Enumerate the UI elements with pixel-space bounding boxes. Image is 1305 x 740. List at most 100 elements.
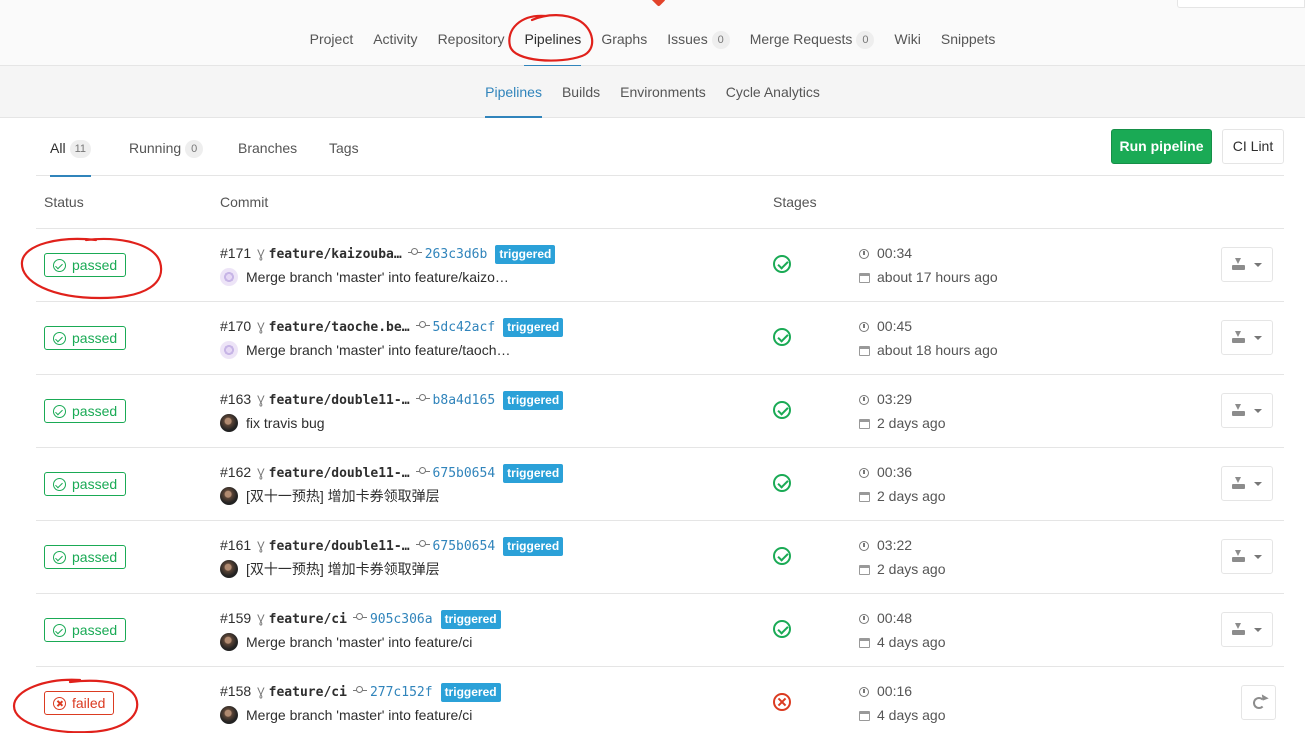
subnav-environments[interactable]: Environments [610, 66, 716, 117]
avatar[interactable] [220, 341, 238, 359]
download-artifacts-dropdown[interactable] [1221, 247, 1273, 282]
commit-message-link[interactable]: Merge branch 'master' into feature/ci [246, 634, 472, 650]
branch-link[interactable]: feature/ci [269, 612, 347, 627]
stage-failed-icon[interactable] [773, 693, 791, 711]
finished-at: 4 days ago [859, 632, 946, 652]
branch-link[interactable]: feature/double11-… [269, 466, 410, 481]
status-success-icon [53, 405, 66, 418]
tab-all[interactable]: All 11 [50, 118, 91, 177]
run-pipeline-button[interactable]: Run pipeline [1111, 129, 1212, 164]
pipeline-id-link[interactable]: #170 [220, 318, 251, 334]
nav-snippets[interactable]: Snippets [931, 0, 1005, 66]
duration: 03:22 [859, 535, 912, 555]
table-row: passed #163 Ɣfeature/double11-… b8a4d165 tri… [36, 375, 1284, 448]
nav-merge-requests[interactable]: Merge Requests 0 [740, 0, 885, 66]
duration-value: 03:22 [877, 537, 913, 553]
commit-sha-link[interactable]: 277c152f [370, 685, 433, 700]
avatar[interactable] [220, 487, 238, 505]
pipeline-status-badge[interactable]: failed [44, 691, 115, 715]
pipeline-status-badge[interactable]: passed [44, 399, 127, 423]
tab-branches[interactable]: Branches [238, 118, 297, 176]
calendar-icon [859, 419, 870, 429]
pipeline-id-link[interactable]: #158 [220, 683, 251, 699]
branch-link[interactable]: feature/taoche.be… [269, 320, 410, 335]
finished-value: about 18 hours ago [877, 342, 998, 358]
nav-activity[interactable]: Activity [363, 0, 427, 66]
commit-message-link[interactable]: Merge branch 'master' into feature/taoch… [246, 342, 510, 358]
nav-graphs[interactable]: Graphs [591, 0, 657, 66]
stage-success-icon[interactable] [773, 328, 791, 346]
stage-success-icon[interactable] [773, 255, 791, 273]
commit-message-link[interactable]: Merge branch 'master' into feature/ci [246, 707, 472, 723]
status-text: passed [72, 257, 118, 273]
tab-running[interactable]: Running 0 [129, 118, 204, 176]
pipeline-status-badge[interactable]: passed [44, 326, 127, 350]
pipeline-id-link[interactable]: #171 [220, 245, 251, 261]
commit-sha-link[interactable]: b8a4d165 [433, 393, 496, 408]
download-artifacts-dropdown[interactable] [1221, 612, 1273, 647]
branch-icon: Ɣ [257, 539, 265, 553]
calendar-icon [859, 711, 870, 721]
commit-sha-link[interactable]: 263c3d6b [425, 247, 488, 262]
caret-down-icon [1254, 628, 1262, 632]
ci-lint-button[interactable]: CI Lint [1222, 129, 1284, 164]
pipeline-id-link[interactable]: #161 [220, 537, 251, 553]
commit-message-link[interactable]: [双十一预热] 增加卡券领取弹层 [246, 488, 440, 504]
nav-wiki[interactable]: Wiki [884, 0, 930, 66]
avatar[interactable] [220, 633, 238, 651]
merge-requests-count-badge: 0 [856, 31, 875, 49]
caret-down-icon [1254, 482, 1262, 486]
nav-project[interactable]: Project [300, 0, 364, 66]
subnav-pipelines[interactable]: Pipelines [475, 66, 552, 118]
download-artifacts-dropdown[interactable] [1221, 539, 1273, 574]
branch-link[interactable]: feature/double11-… [269, 393, 410, 408]
avatar[interactable] [220, 414, 238, 432]
duration: 00:36 [859, 462, 912, 482]
pipeline-status-badge[interactable]: passed [44, 472, 127, 496]
subnav-builds[interactable]: Builds [552, 66, 610, 117]
stage-success-icon[interactable] [773, 547, 791, 565]
download-artifacts-dropdown[interactable] [1221, 393, 1273, 428]
download-artifacts-dropdown[interactable] [1221, 320, 1273, 355]
finished-at: about 17 hours ago [859, 267, 998, 287]
table-row: passed #162 Ɣfeature/double11-… 675b0654 tri… [36, 448, 1284, 521]
stage-success-icon[interactable] [773, 474, 791, 492]
table-row: passed #170 Ɣfeature/taoche.be… 5dc42acf tri… [36, 302, 1284, 375]
avatar[interactable] [220, 268, 238, 286]
subnav-cycle-analytics[interactable]: Cycle Analytics [716, 66, 830, 117]
tab-tags[interactable]: Tags [329, 118, 359, 176]
branch-link[interactable]: feature/double11-… [269, 539, 410, 554]
avatar[interactable] [220, 560, 238, 578]
subnav-label: Environments [620, 84, 706, 100]
status-text: passed [72, 330, 118, 346]
pipeline-status-badge[interactable]: passed [44, 618, 127, 642]
caret-down-icon [1254, 263, 1262, 267]
pipeline-id-link[interactable]: #162 [220, 464, 251, 480]
download-artifacts-dropdown[interactable] [1221, 466, 1273, 501]
pipeline-status-badge[interactable]: passed [44, 253, 127, 277]
commit-message-line: [双十一预热] 增加卡券领取弹层 [220, 486, 440, 506]
finished-at: 2 days ago [859, 486, 946, 506]
commit-message-link[interactable]: [双十一预热] 增加卡券领取弹层 [246, 561, 440, 577]
status-text: passed [72, 403, 118, 419]
commit-sha-link[interactable]: 905c306a [370, 612, 433, 627]
timer-icon [859, 541, 869, 551]
nav-pipelines[interactable]: Pipelines [514, 0, 591, 67]
retry-button[interactable] [1241, 685, 1276, 720]
pipeline-id-link[interactable]: #159 [220, 610, 251, 626]
stage-success-icon[interactable] [773, 401, 791, 419]
stage-success-icon[interactable] [773, 620, 791, 638]
commit-message-link[interactable]: Merge branch 'master' into feature/kaizo… [246, 269, 509, 285]
avatar[interactable] [220, 706, 238, 724]
commit-sha-link[interactable]: 675b0654 [433, 466, 496, 481]
commit-sha-link[interactable]: 675b0654 [433, 539, 496, 554]
tab-label: Tags [329, 140, 359, 156]
branch-link[interactable]: feature/kaizouba… [269, 247, 402, 262]
nav-repository[interactable]: Repository [428, 0, 515, 66]
pipeline-id-link[interactable]: #163 [220, 391, 251, 407]
commit-sha-link[interactable]: 5dc42acf [433, 320, 496, 335]
nav-issues[interactable]: Issues 0 [657, 0, 739, 66]
commit-message-link[interactable]: fix travis bug [246, 415, 325, 431]
branch-link[interactable]: feature/ci [269, 685, 347, 700]
pipeline-status-badge[interactable]: passed [44, 545, 127, 569]
